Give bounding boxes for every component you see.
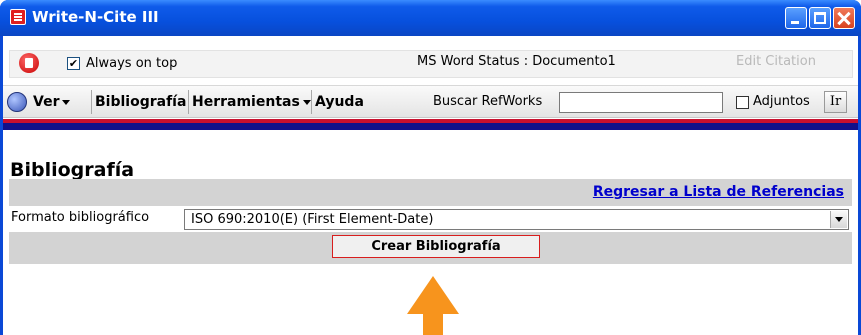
format-select[interactable]: ISO 690:2010(E) (First Element-Date) <box>184 209 849 230</box>
word-status-text: MS Word Status : Documento1 <box>417 54 616 69</box>
go-button[interactable]: Ir <box>824 91 847 113</box>
client-area: ✔ Always on top MS Word Status : Documen… <box>3 36 858 335</box>
menu-ver[interactable]: Ver <box>33 94 71 110</box>
menu-bibliografia[interactable]: Bibliografía <box>95 94 186 110</box>
action-bar: Crear Bibliografía <box>9 232 852 264</box>
app-window: Write-N-Cite III ✔ Always on top MS Word… <box>0 0 861 335</box>
search-input[interactable] <box>559 92 723 113</box>
menu-separator <box>91 90 92 114</box>
status-row: ✔ Always on top MS Word Status : Documen… <box>3 36 858 86</box>
search-label: Buscar RefWorks <box>433 94 543 109</box>
back-to-references-link[interactable]: Regresar a Lista de Referencias <box>593 184 844 200</box>
format-select-value: ISO 690:2010(E) (First Element-Date) <box>191 212 434 227</box>
format-row: Formato bibliográfico ISO 690:2010(E) (F… <box>9 206 852 232</box>
menu-ayuda[interactable]: Ayuda <box>315 94 364 110</box>
menu-toolbar: Ver Bibliografía Herramientas Ayuda Busc… <box>3 86 858 118</box>
menu-separator <box>311 90 312 114</box>
header-stripes <box>3 119 858 131</box>
globe-icon[interactable] <box>7 92 27 112</box>
create-bibliography-button[interactable]: Crear Bibliografía <box>332 235 540 258</box>
menu-separator <box>188 90 189 114</box>
dropdown-arrow-icon[interactable] <box>830 211 847 228</box>
window-title: Write-N-Cite III <box>32 8 159 26</box>
maximize-button[interactable] <box>809 7 831 29</box>
menu-ver-label: Ver <box>33 94 60 110</box>
minimize-button[interactable] <box>785 7 807 29</box>
blue-stripe <box>3 123 858 130</box>
page-title: Bibliografía <box>10 159 135 181</box>
pdf-icon[interactable] <box>19 53 39 73</box>
chevron-down-icon <box>62 99 71 105</box>
edit-citation-link[interactable]: Edit Citation <box>736 54 816 69</box>
adjuntos-checkbox[interactable] <box>736 96 749 109</box>
pointer-arrow-head <box>407 276 459 314</box>
always-on-top-checkbox[interactable]: ✔ <box>67 57 80 70</box>
chevron-down-icon <box>302 99 311 105</box>
title-bar[interactable]: Write-N-Cite III <box>0 0 861 36</box>
links-bar: Regresar a Lista de Referencias <box>9 179 852 206</box>
adjuntos-label: Adjuntos <box>753 94 810 109</box>
close-button[interactable] <box>833 7 855 29</box>
menu-herramientas[interactable]: Herramientas <box>192 94 311 110</box>
app-document-icon <box>10 9 26 25</box>
pointer-arrow-shaft <box>423 314 443 335</box>
format-label: Formato bibliográfico <box>11 210 150 225</box>
menu-herramientas-label: Herramientas <box>192 94 300 110</box>
always-on-top-label: Always on top <box>86 56 178 71</box>
